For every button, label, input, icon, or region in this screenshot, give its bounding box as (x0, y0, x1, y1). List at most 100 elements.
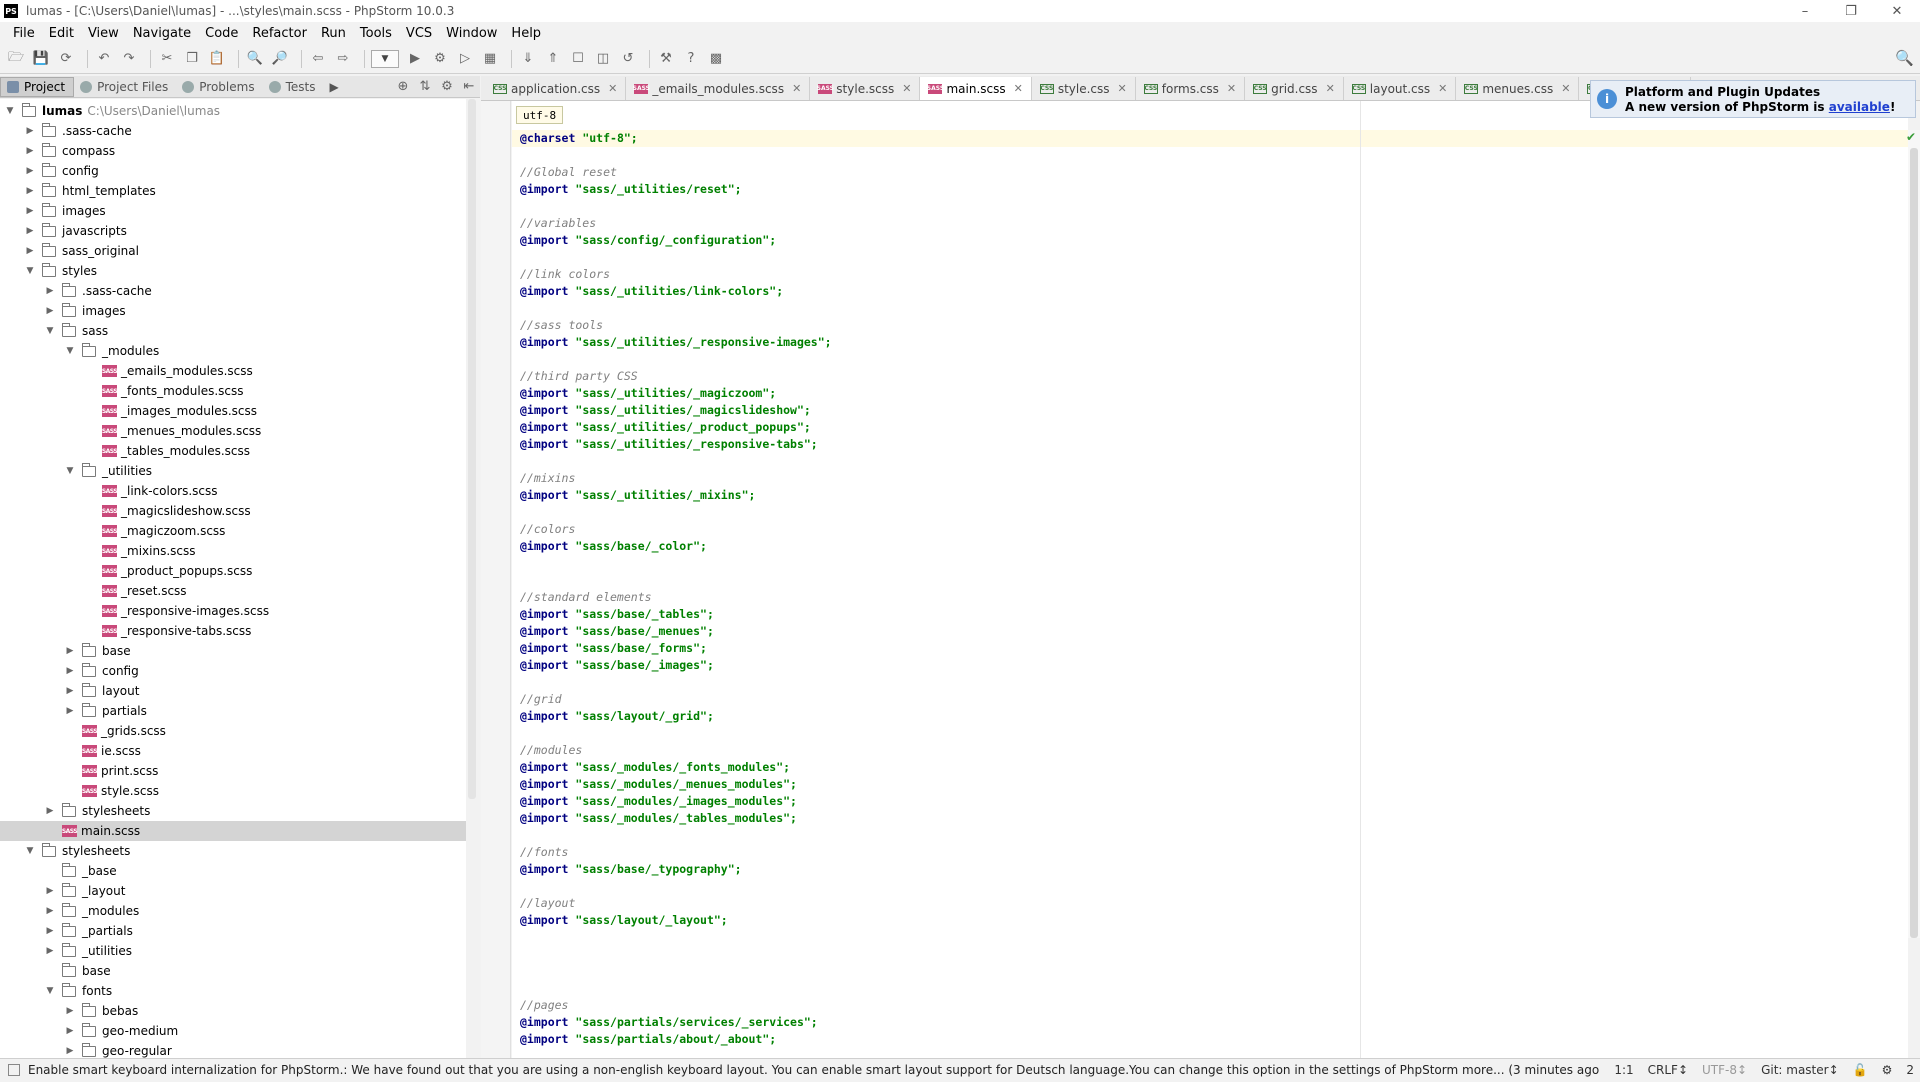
code-import-line[interactable]: @import "sass/_utilities/_magicslideshow… (520, 402, 811, 419)
code-comment-line[interactable]: //grid (520, 691, 562, 708)
debug-icon[interactable]: ⚙ (430, 49, 450, 69)
tree-folder[interactable]: base (0, 961, 466, 981)
menu-vcs[interactable]: VCS (399, 26, 439, 41)
tree-folder[interactable]: ▶ geo-regular (0, 1041, 466, 1058)
save-icon[interactable]: 💾 (31, 49, 51, 69)
code-import-line[interactable]: @import "sass/_utilities/_mixins"; (520, 487, 755, 504)
close-tab-icon[interactable]: ✕ (902, 82, 911, 95)
code-import-line[interactable]: @import "sass/base/_images"; (520, 657, 714, 674)
code-comment-line[interactable]: //standard elements (520, 589, 652, 606)
restore-icon[interactable]: ❐ (1828, 0, 1874, 22)
tree-folder[interactable]: ▶ _utilities (0, 941, 466, 961)
tree-folder[interactable]: ▶ html_templates (0, 181, 466, 201)
help-icon[interactable]: ? (681, 49, 701, 69)
tree-folder[interactable]: ▶ config (0, 661, 466, 681)
code-import-line[interactable]: @import "sass/base/_forms"; (520, 640, 707, 657)
collapsed-arrow-icon[interactable]: ▶ (44, 306, 56, 316)
editor-tab[interactable]: CSS forms.css ✕ (1136, 77, 1246, 100)
tree-folder[interactable]: ▶ images (0, 301, 466, 321)
menu-run[interactable]: Run (314, 26, 353, 41)
code-import-line[interactable]: @import "sass/layout/_grid"; (520, 708, 714, 725)
code-import-line[interactable]: @import "sass/_modules/_images_modules"; (520, 793, 797, 810)
hide-panel-icon[interactable]: ⇤ (458, 79, 480, 94)
tree-file[interactable]: SASS style.scss (0, 781, 466, 801)
more-tabs-icon[interactable]: ▶ (323, 77, 346, 97)
code-import-line[interactable]: @import "sass/_utilities/_responsive-tab… (520, 436, 818, 453)
tree-folder[interactable]: ▶ geo-medium (0, 1021, 466, 1041)
code-comment-line[interactable]: //modules (520, 742, 582, 759)
menu-help[interactable]: Help (504, 26, 548, 41)
editor-tab[interactable]: CSS menues.css ✕ (1456, 77, 1580, 100)
code-comment-line[interactable]: //pages (520, 997, 568, 1014)
tree-file[interactable]: SASS _reset.scss (0, 581, 466, 601)
vcs-revert-icon[interactable]: ↺ (618, 49, 638, 69)
code-import-line[interactable]: @import "sass/base/_color"; (520, 538, 707, 555)
menu-code[interactable]: Code (198, 26, 245, 41)
cut-icon[interactable]: ✂ (157, 49, 177, 69)
tree-file[interactable]: SASS main.scss (0, 821, 466, 841)
expanded-arrow-icon[interactable]: ▼ (24, 846, 36, 856)
tree-file[interactable]: SASS _emails_modules.scss (0, 361, 466, 381)
available-link[interactable]: available (1829, 100, 1890, 114)
redo-icon[interactable]: ↷ (119, 49, 139, 69)
close-tab-icon[interactable]: ✕ (1438, 82, 1447, 95)
close-tab-icon[interactable]: ✕ (1118, 82, 1127, 95)
tree-file[interactable]: SASS print.scss (0, 761, 466, 781)
close-tab-icon[interactable]: ✕ (792, 82, 801, 95)
editor-tab[interactable]: CSS grid.css ✕ (1245, 77, 1344, 100)
tree-file[interactable]: SASS _magiczoom.scss (0, 521, 466, 541)
file-encoding[interactable]: UTF-8↕ (1702, 1063, 1747, 1077)
menu-navigate[interactable]: Navigate (126, 26, 198, 41)
editor-tab[interactable]: SASS main.scss ✕ (920, 77, 1032, 100)
collapsed-arrow-icon[interactable]: ▶ (24, 126, 36, 136)
menu-tools[interactable]: Tools (353, 26, 399, 41)
code-comment-line[interactable]: //mixins (520, 470, 575, 487)
find-icon[interactable]: 🔍 (245, 49, 265, 69)
minimize-icon[interactable]: – (1782, 0, 1828, 22)
code-comment-line[interactable]: //Global reset (520, 164, 617, 181)
collapsed-arrow-icon[interactable]: ▶ (44, 926, 56, 936)
menu-view[interactable]: View (81, 26, 126, 41)
expanded-arrow-icon[interactable]: ▼ (64, 346, 76, 356)
search-everywhere-icon[interactable]: 🔍 (1895, 49, 1914, 67)
code-import-line[interactable]: @import "sass/_utilities/_magiczoom"; (520, 385, 776, 402)
tree-folder[interactable]: ▼ lumas C:\Users\Daniel\lumas (0, 101, 466, 121)
close-tab-icon[interactable]: ✕ (1561, 82, 1570, 95)
tree-folder[interactable]: ▶ base (0, 641, 466, 661)
tree-folder[interactable]: ▼ stylesheets (0, 841, 466, 861)
tool-tab-problems[interactable]: Problems (176, 77, 262, 97)
code-import-line[interactable]: @import "sass/layout/_layout"; (520, 912, 728, 929)
collapsed-arrow-icon[interactable]: ▶ (44, 806, 56, 816)
code-import-line[interactable]: @import "sass/_utilities/link-colors"; (520, 283, 783, 300)
run-config-dropdown[interactable]: ▼ (371, 49, 399, 68)
vcs-branch[interactable]: Git: master↕ (1761, 1063, 1839, 1077)
close-tab-icon[interactable]: ✕ (1227, 82, 1236, 95)
paste-icon[interactable]: 📋 (207, 49, 227, 69)
forward-icon[interactable]: ⇨ (333, 49, 353, 69)
tree-folder[interactable]: ▼ _utilities (0, 461, 466, 481)
collapsed-arrow-icon[interactable]: ▶ (24, 146, 36, 156)
update-notification[interactable]: i Platform and Plugin Updates A new vers… (1590, 80, 1916, 118)
menu-file[interactable]: File (6, 26, 42, 41)
collapsed-arrow-icon[interactable]: ▶ (64, 1046, 76, 1056)
gear-icon[interactable]: ⚙ (436, 79, 458, 94)
tree-file[interactable]: SASS _product_popups.scss (0, 561, 466, 581)
tree-folder[interactable]: ▶ _modules (0, 901, 466, 921)
collapsed-arrow-icon[interactable]: ▶ (64, 706, 76, 716)
tree-folder[interactable]: ▶ compass (0, 141, 466, 161)
tree-file[interactable]: SASS _fonts_modules.scss (0, 381, 466, 401)
code-import-line[interactable]: @import "sass/_modules/_tables_modules"; (520, 810, 797, 827)
sync-icon[interactable]: ⟳ (56, 49, 76, 69)
code-import-line[interactable]: @import "sass/partials/about/_about"; (520, 1031, 776, 1048)
tree-folder[interactable]: ▶ javascripts (0, 221, 466, 241)
run-icon[interactable]: ▶ (405, 49, 425, 69)
tree-file[interactable]: SASS _mixins.scss (0, 541, 466, 561)
vcs-commit-icon[interactable]: ⇑ (543, 49, 563, 69)
editor-gutter[interactable] (481, 101, 511, 1058)
tree-file[interactable]: SASS _tables_modules.scss (0, 441, 466, 461)
collapsed-arrow-icon[interactable]: ▶ (24, 166, 36, 176)
collapsed-arrow-icon[interactable]: ▶ (24, 186, 36, 196)
tool-tab-tests[interactable]: Tests (263, 77, 324, 97)
tool-tab-project-files[interactable]: Project Files (74, 77, 176, 97)
tree-scrollbar[interactable] (468, 99, 476, 799)
